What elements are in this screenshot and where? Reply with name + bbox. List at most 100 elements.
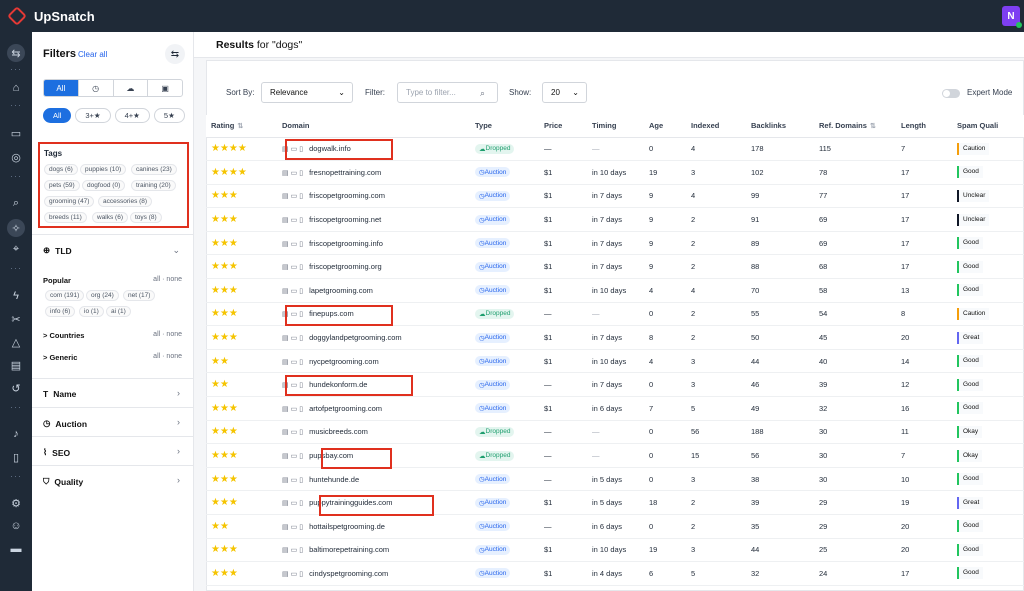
domain-name[interactable]: musicbreeds.com: [309, 427, 368, 436]
home-icon[interactable]: ⌂: [8, 80, 24, 96]
swap-icon[interactable]: ⇆: [165, 44, 185, 64]
tld-chip[interactable]: io (1): [79, 306, 104, 317]
domain-action-icons[interactable]: ▤▭▯: [282, 193, 305, 200]
col-domain[interactable]: Domain: [277, 115, 470, 138]
tld-chip[interactable]: info (6): [45, 306, 76, 317]
select-none-link[interactable]: none: [166, 331, 182, 338]
domain-name[interactable]: lapetgrooming.com: [309, 286, 373, 295]
domain-action-icons[interactable]: ▤▭▯: [282, 311, 305, 318]
domain-name[interactable]: friscopetgrooming.com: [309, 191, 385, 200]
domain-action-icons[interactable]: ▤▭▯: [282, 335, 305, 342]
gear-icon[interactable]: ⚙: [8, 495, 24, 511]
domain-action-icons[interactable]: ▤▭▯: [282, 217, 305, 224]
table-row[interactable]: ★★★★ ▤▭▯ dogwalk.info ☁ Dropped — —0 4 178 115 7 C…: [206, 137, 1024, 162]
rating-pill-4plus[interactable]: 4+★: [114, 108, 150, 123]
magic-wand-icon[interactable]: ✧: [7, 219, 25, 237]
tag-chip[interactable]: training (20): [131, 180, 176, 191]
location-pin-icon[interactable]: ⌖: [8, 241, 24, 257]
seo-section-header[interactable]: ⌇ SEO ›: [32, 436, 193, 465]
bell-icon[interactable]: ♪: [8, 426, 24, 442]
domain-name[interactable]: puppytrainingguides.com: [309, 498, 392, 507]
col-age[interactable]: Age: [644, 115, 686, 138]
table-row[interactable]: ★★★ ▤▭▯ puppytrainingguides.com ◷ Auction $1…: [206, 490, 1024, 515]
domain-name[interactable]: friscopetgrooming.org: [309, 262, 382, 271]
table-row[interactable]: ★★★ ▤▭▯ friscopetgrooming.info ◷ Auction $1 i…: [206, 231, 1024, 256]
col-spam-quality[interactable]: Spam Quali: [952, 115, 1024, 138]
domain-name[interactable]: finepups.com: [309, 309, 354, 318]
table-row[interactable]: ★★★ ▤▭▯ finepups.com ☁ Dropped — —0 2 55 54 8 Caut…: [206, 302, 1024, 327]
domain-name[interactable]: artofpetgrooming.com: [309, 404, 382, 413]
domain-action-icons[interactable]: ▤▭▯: [282, 477, 305, 484]
domain-name[interactable]: pupsbay.com: [309, 451, 353, 460]
table-row[interactable]: ★★★★ ▤▭▯ fresnopettraining.com ◷ Auction $1 i…: [206, 160, 1024, 185]
table-row[interactable]: ★★★ ▤▭▯ friscopetgrooming.net ◷ Auction $1 in…: [206, 207, 1024, 232]
generic-toggle[interactable]: > Generic: [43, 353, 77, 362]
expert-mode-toggle[interactable]: [942, 89, 960, 98]
table-row[interactable]: ★★★ ▤▭▯ musicbreeds.com ☁ Dropped — —0 56 188 30…: [206, 420, 1024, 445]
table-row[interactable]: ★★★ ▤▭▯ artofpetgrooming.com ◷ Auction $1 in …: [206, 396, 1024, 421]
col-type[interactable]: Type: [470, 115, 539, 138]
domain-action-icons[interactable]: ▤▭▯: [282, 453, 305, 460]
col-price[interactable]: Price: [539, 115, 587, 138]
auction-section-header[interactable]: ◷ Auction ›: [32, 407, 193, 436]
search-icon[interactable]: ⌕: [8, 195, 24, 211]
domain-action-icons[interactable]: ▤▭▯: [282, 524, 305, 531]
table-row[interactable]: ★★★ ▤▭▯ huntehunde.de ◷ Auction — in 5 days 0 3…: [206, 467, 1024, 492]
domain-name[interactable]: nycpetgrooming.com: [309, 357, 379, 366]
countries-toggle[interactable]: > Countries: [43, 331, 84, 340]
domain-name[interactable]: doggylandpetgrooming.com: [309, 333, 402, 342]
select-all-link[interactable]: all: [153, 353, 160, 360]
domain-action-icons[interactable]: ▤▭▯: [282, 547, 305, 554]
target-icon[interactable]: ◎: [8, 149, 24, 165]
select-all-link[interactable]: all: [153, 276, 160, 283]
swap-icon[interactable]: ⇆: [7, 44, 25, 62]
domain-action-icons[interactable]: ▤▭▯: [282, 359, 305, 366]
domain-action-icons[interactable]: ▤▭▯: [282, 571, 305, 578]
table-row[interactable]: ★★★ ▤▭▯ pupsbay.com ☁ Dropped — —0 15 56 30 7 Okay: [206, 443, 1024, 468]
storage-icon[interactable]: ▤: [8, 357, 24, 373]
tld-chip[interactable]: net (17): [123, 290, 156, 301]
table-row[interactable]: ★★ ▤▭▯ nycpetgrooming.com ◷ Auction $1 in 10 …: [206, 349, 1024, 374]
tag-chip[interactable]: walks (6): [92, 212, 129, 223]
store-icon[interactable]: ▣: [148, 80, 182, 96]
domain-action-icons[interactable]: ▤▭▯: [282, 429, 305, 436]
domain-action-icons[interactable]: ▤▭▯: [282, 406, 305, 413]
col-backlinks[interactable]: Backlinks: [746, 115, 814, 138]
clear-all-link[interactable]: Clear all: [78, 50, 107, 59]
flask-icon[interactable]: △: [8, 334, 24, 350]
domain-action-icons[interactable]: ▤▭▯: [282, 500, 305, 507]
domain-name[interactable]: friscopetgrooming.net: [309, 215, 381, 224]
card-icon[interactable]: ▬: [8, 541, 24, 557]
timer-icon[interactable]: ◷: [79, 80, 114, 96]
sort-select[interactable]: Relevance ⌄: [261, 82, 353, 103]
bookmark-icon[interactable]: ▯: [8, 449, 24, 465]
rating-pill-all[interactable]: All: [43, 108, 72, 123]
col-ref-domains[interactable]: Ref. Domains ⇅: [814, 115, 896, 138]
tld-chip[interactable]: org (24): [86, 290, 119, 301]
tag-chip[interactable]: dogs (6): [44, 164, 78, 175]
tag-chip[interactable]: canines (23): [131, 164, 177, 175]
select-none-link[interactable]: none: [166, 276, 182, 283]
tld-chip[interactable]: com (191): [45, 290, 85, 301]
scissors-icon[interactable]: ✂: [8, 311, 24, 327]
domain-name[interactable]: fresnopettraining.com: [309, 168, 381, 177]
history-icon[interactable]: ↺: [8, 380, 24, 396]
domain-name[interactable]: dogwalk.info: [309, 144, 351, 153]
tld-section-header[interactable]: ⊕ TLD ⌄: [32, 234, 193, 266]
user-icon[interactable]: ☺: [8, 518, 24, 534]
rating-pill-3plus[interactable]: 3+★: [75, 108, 111, 123]
select-all-link[interactable]: all: [153, 331, 160, 338]
table-row[interactable]: ★★★ ▤▭▯ lapetgrooming.com ◷ Auction $1 in 10 …: [206, 278, 1024, 303]
folder-icon[interactable]: ▭: [8, 125, 24, 141]
table-row[interactable]: ★★★ ▤▭▯ cindyspetgrooming.com ◷ Auction $1 in…: [206, 561, 1024, 586]
tag-chip[interactable]: accessories (8): [98, 196, 153, 207]
domain-name[interactable]: hundekonform.de: [309, 380, 367, 389]
cloud-icon[interactable]: ☁: [114, 80, 149, 96]
domain-name[interactable]: friscopetgrooming.info: [309, 239, 383, 248]
col-timing[interactable]: Timing: [587, 115, 644, 138]
table-row[interactable]: ★★★ ▤▭▯ doggylandpetgrooming.com ◷ Auction $…: [206, 325, 1024, 350]
domain-action-icons[interactable]: ▤▭▯: [282, 170, 305, 177]
table-row[interactable]: ★★★ ▤▭▯ baltimorepetraining.com ◷ Auction $1…: [206, 538, 1024, 563]
domain-action-icons[interactable]: ▤▭▯: [282, 288, 305, 295]
domain-action-icons[interactable]: ▤▭▯: [282, 241, 305, 248]
